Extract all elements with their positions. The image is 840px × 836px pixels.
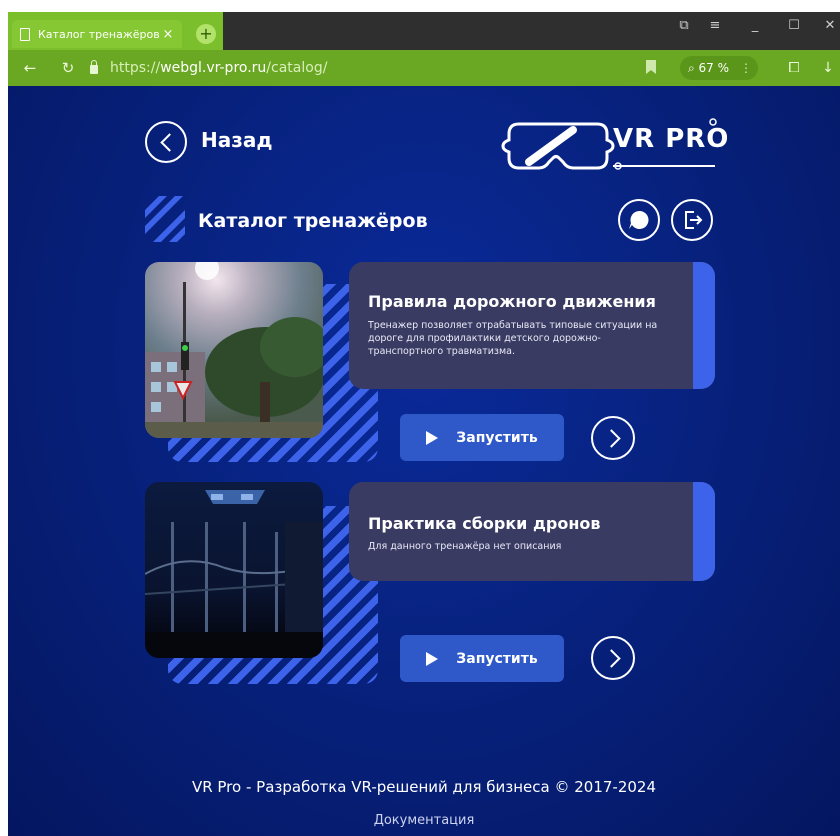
catalog-title: Каталог тренажёров — [198, 210, 428, 232]
tab-close-icon[interactable]: × — [160, 27, 176, 42]
stripes-icon — [145, 196, 185, 242]
new-tab-button[interactable]: + — [196, 24, 216, 44]
cutoff-text-strip — [0, 0, 840, 11]
zoom-indicator[interactable]: ⌕ 67 % ⋮ — [680, 56, 758, 80]
chat-button[interactable] — [618, 199, 660, 241]
menu-icon[interactable]: ≡ — [703, 14, 727, 38]
traffic-scene-image — [145, 262, 323, 438]
reload-icon[interactable]: ↻ — [58, 58, 78, 78]
launch-button-traffic[interactable]: Запустить — [400, 414, 564, 461]
play-icon — [426, 651, 439, 666]
trainer-card-traffic: Правила дорожного движения Тренажер позв… — [349, 262, 715, 389]
maximize-icon[interactable]: ☐ — [782, 14, 806, 38]
url-field[interactable]: https://webgl.vr-pro.ru/catalog/ — [90, 56, 670, 80]
chat-icon — [629, 210, 649, 229]
download-icon[interactable]: ↓ — [818, 58, 838, 78]
trainer-description: Тренажер позволяет отрабатывать типовые … — [368, 320, 658, 357]
trainer-title: Правила дорожного движения — [368, 292, 656, 311]
document-icon — [20, 27, 30, 41]
logout-icon — [685, 211, 703, 229]
play-icon — [426, 430, 439, 445]
logout-button[interactable] — [671, 199, 713, 241]
zoom-menu-icon[interactable]: ⋮ — [740, 56, 752, 80]
documentation-link[interactable]: Документация — [8, 813, 840, 828]
footer-copyright: VR Pro - Разработка VR-решений для бизне… — [191, 778, 657, 796]
logo-text: VR PRO — [613, 124, 730, 154]
url-path: /catalog/ — [266, 60, 328, 76]
back-arrow-icon[interactable]: ← — [20, 58, 40, 78]
trainer-card-drones: Практика сборки дронов Для данного трена… — [349, 482, 715, 581]
details-button-drones[interactable] — [591, 636, 635, 680]
launch-label: Запустить — [456, 650, 538, 667]
trainer-description: Для данного тренажёра нет описания — [368, 541, 562, 552]
launch-button-drones[interactable]: Запустить — [400, 635, 564, 682]
extensions-icon[interactable]: ⧠ — [784, 58, 804, 78]
lock-icon — [90, 59, 98, 74]
tab-collections-icon[interactable]: ⧉ — [672, 14, 696, 38]
search-icon: ⌕ — [688, 61, 699, 75]
trainer-image-drones[interactable] — [145, 482, 323, 658]
drone-lab-image — [145, 482, 323, 658]
url-scheme: https:// — [110, 60, 161, 76]
zoom-level: 67 % — [698, 61, 730, 75]
browser-tab[interactable]: Каталог тренажёров - V × — [12, 20, 182, 48]
launch-label: Запустить — [456, 429, 538, 446]
trainer-image-traffic[interactable] — [145, 262, 323, 438]
close-window-icon[interactable]: ✕ — [818, 14, 840, 38]
back-button[interactable] — [145, 121, 187, 163]
card-edge-accent — [693, 262, 715, 389]
tab-title: Каталог тренажёров - V — [38, 27, 160, 41]
page-viewport: Назад VR PRO Каталог тренажёров Правила … — [8, 86, 840, 836]
minimize-icon[interactable]: _ — [743, 14, 767, 38]
card-edge-accent — [693, 482, 715, 581]
trainer-title: Практика сборки дронов — [368, 514, 601, 533]
url-host: webgl.vr-pro.ru — [160, 60, 267, 76]
details-button-traffic[interactable] — [591, 416, 635, 460]
back-label[interactable]: Назад — [201, 128, 273, 152]
